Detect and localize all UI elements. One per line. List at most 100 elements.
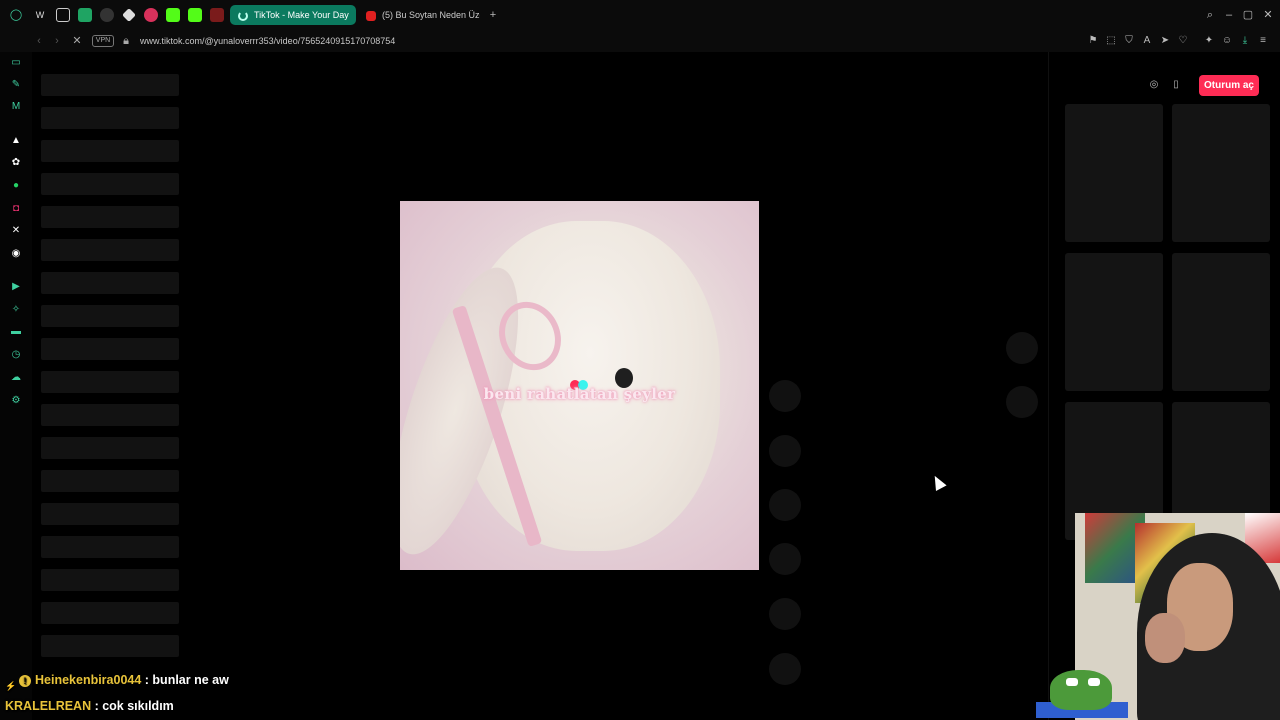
skeleton-row: [41, 206, 179, 228]
tab-youtube-label: (5) Bu Soytan Neden Üzg: [382, 10, 480, 20]
chat-badge-icon: ⚡: [5, 680, 17, 691]
chat-username: KRALELREAN: [5, 699, 92, 713]
browser-sidebar: ▭ ✎ M ▲ ✿ ● ◘ ✕ ◉ ▶ ✧ ▬ ◷ ☁ ⚙: [0, 52, 32, 720]
skeleton-row: [41, 74, 179, 96]
pepe-head: [1050, 670, 1112, 710]
pinned-tab-6-icon[interactable]: [144, 8, 158, 22]
search-icon[interactable]: ⌕: [1203, 8, 1217, 22]
chat-message: ⚡! Heinekenbira0044 : bunlar ne aw: [5, 670, 229, 691]
pepe-eye: [1088, 678, 1100, 686]
skeleton-row: [41, 437, 179, 459]
skeleton-row: [41, 470, 179, 492]
skeleton-row: [41, 338, 179, 360]
new-tab-button[interactable]: +: [486, 8, 500, 22]
skeleton-row: [41, 569, 179, 591]
sidebar-x-icon[interactable]: ✕: [10, 225, 22, 237]
skeleton-row: [41, 305, 179, 327]
pinned-tab-8-icon[interactable]: [188, 8, 202, 22]
video-card-skeleton[interactable]: [1172, 104, 1270, 242]
skeleton-row: [41, 503, 179, 525]
back-icon[interactable]: ‹: [32, 34, 46, 48]
pinned-tab-3-icon[interactable]: [78, 8, 92, 22]
heart-icon[interactable]: ♡: [1176, 34, 1190, 48]
login-button[interactable]: Oturum aç: [1199, 75, 1259, 96]
comment-button-skeleton[interactable]: [769, 435, 801, 467]
sidebar-tabs-icon[interactable]: ▭: [10, 57, 22, 69]
translate-icon[interactable]: A: [1140, 34, 1154, 48]
like-button-skeleton[interactable]: [769, 380, 801, 412]
next-video-button[interactable]: [1006, 386, 1038, 418]
sidebar-aria-icon[interactable]: ▲: [10, 135, 22, 147]
pepe-eye: [1066, 678, 1078, 686]
chat-alert-badge-icon: !: [19, 674, 31, 687]
bookmark-icon[interactable]: ⚑: [1086, 34, 1100, 48]
video-card-skeleton[interactable]: [1172, 253, 1270, 391]
extensions-icon[interactable]: ✦: [1202, 34, 1216, 48]
action-button-skeleton[interactable]: [769, 653, 801, 685]
skeleton-row: [41, 602, 179, 624]
skeleton-row: [41, 272, 179, 294]
skeleton-row: [41, 173, 179, 195]
maximize-icon[interactable]: ▢: [1241, 8, 1255, 22]
skeleton-row: [41, 140, 179, 162]
lock-icon[interactable]: 🔒︎: [119, 34, 133, 48]
chat-username: Heinekenbira0044: [35, 673, 142, 687]
sidebar-whatsapp-icon[interactable]: ●: [10, 180, 22, 192]
action-button-skeleton[interactable]: [769, 598, 801, 630]
pepe-emote-image: [1036, 666, 1128, 718]
pinned-tab-7-icon[interactable]: [166, 8, 180, 22]
vpn-badge[interactable]: VPN: [92, 35, 114, 47]
chat-separator: :: [141, 673, 153, 687]
tab-tiktok-label: TikTok - Make Your Day: [254, 10, 349, 20]
sidebar-wallet-icon[interactable]: ▬: [10, 326, 22, 338]
menu-icon[interactable]: ≡: [1256, 34, 1270, 48]
skeleton-row: [41, 404, 179, 426]
sidebar-settings-icon[interactable]: ⚙: [10, 395, 22, 407]
video-caption: beni rahatlatan şeyler: [483, 385, 676, 403]
youtube-icon: [366, 10, 376, 21]
profile-icon[interactable]: ☺: [1220, 34, 1234, 48]
share-button-skeleton[interactable]: [769, 543, 801, 575]
pinned-tab-1-icon[interactable]: W: [33, 8, 47, 22]
save-button-skeleton[interactable]: [769, 489, 801, 521]
loading-icon: [238, 10, 248, 21]
forward-icon[interactable]: ›: [50, 34, 64, 48]
previous-video-button[interactable]: [1006, 332, 1038, 364]
skeleton-row: [41, 635, 179, 657]
sidebar-player-icon[interactable]: ▶: [10, 281, 22, 293]
sidebar-instagram-icon[interactable]: ◘: [10, 203, 22, 215]
sidebar-chat-icon[interactable]: ☁: [10, 372, 22, 384]
device-icon[interactable]: ▯: [1168, 77, 1184, 93]
pinned-tab-9-icon[interactable]: [210, 8, 224, 22]
chat-separator: :: [91, 699, 103, 713]
download-icon[interactable]: ⤓: [1238, 34, 1252, 48]
sidebar-chatgpt-icon[interactable]: ✿: [10, 157, 22, 169]
video-card-skeleton[interactable]: [1065, 253, 1163, 391]
browser-logo-icon[interactable]: ◯: [9, 8, 23, 22]
coin-icon[interactable]: ◎: [1146, 77, 1162, 93]
chat-text: cok sıkıldım: [102, 699, 174, 713]
screenshot-icon[interactable]: ⬚: [1104, 34, 1118, 48]
skeleton-row: [41, 536, 179, 558]
tab-youtube[interactable]: (5) Bu Soytan Neden Üzg: [358, 5, 480, 25]
address-bar: ‹ › ✕ VPN 🔒︎ www.tiktok.com/@yunaloverrr…: [0, 30, 1280, 52]
shield-icon[interactable]: ⛉: [1122, 34, 1136, 48]
sidebar-mail-icon[interactable]: M: [10, 101, 22, 113]
skeleton-row: [41, 239, 179, 261]
minimize-icon[interactable]: –: [1222, 8, 1236, 22]
pinned-tab-4-icon[interactable]: [100, 8, 114, 22]
pinned-tab-5-icon[interactable]: [122, 8, 136, 22]
pinned-tab-2-icon[interactable]: [56, 8, 70, 22]
close-icon[interactable]: ✕: [1261, 8, 1275, 22]
mouse-cursor-icon: [929, 473, 947, 491]
video-card-skeleton[interactable]: [1065, 104, 1163, 242]
tab-tiktok[interactable]: TikTok - Make Your Day: [230, 5, 356, 25]
sidebar-discord-icon[interactable]: ◉: [10, 248, 22, 260]
url-field[interactable]: www.tiktok.com/@yunaloverrr353/video/756…: [140, 34, 395, 48]
sidebar-notes-icon[interactable]: ✎: [10, 79, 22, 91]
video-player[interactable]: beni rahatlatan şeyler: [400, 201, 759, 570]
send-icon[interactable]: ➤: [1158, 34, 1172, 48]
sidebar-pin-icon[interactable]: ✧: [10, 304, 22, 316]
stop-icon[interactable]: ✕: [70, 34, 84, 48]
sidebar-history-icon[interactable]: ◷: [10, 349, 22, 361]
